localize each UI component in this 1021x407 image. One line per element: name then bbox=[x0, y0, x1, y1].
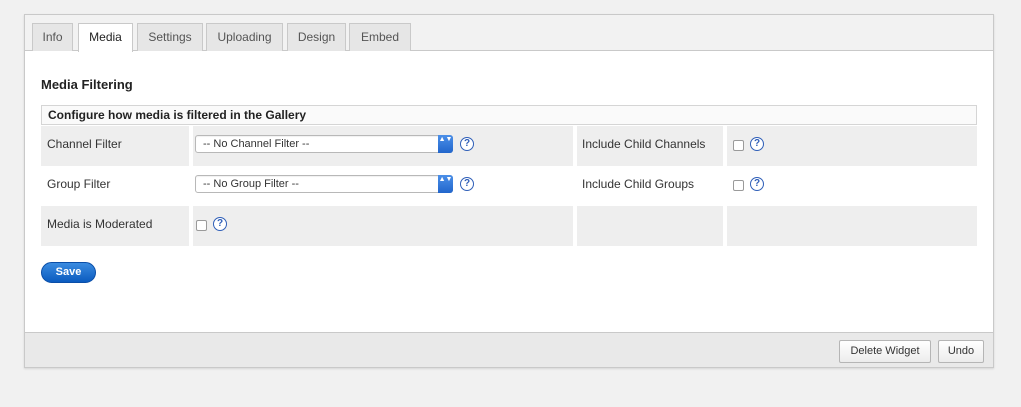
channel-filter-label: Channel Filter bbox=[47, 137, 122, 151]
tab-settings[interactable]: Settings bbox=[137, 23, 203, 51]
help-icon[interactable]: ? bbox=[750, 177, 764, 191]
media-moderated-checkbox[interactable] bbox=[196, 220, 207, 231]
help-icon[interactable]: ? bbox=[213, 217, 227, 231]
help-icon[interactable]: ? bbox=[750, 137, 764, 151]
channel-filter-row: Channel Filter -- No Channel Filter -- ▲… bbox=[41, 126, 977, 166]
group-filter-label: Group Filter bbox=[47, 177, 111, 191]
section-title: Media Filtering bbox=[41, 77, 133, 92]
select-arrows-icon: ▲▼ bbox=[438, 135, 453, 153]
tab-media[interactable]: Media bbox=[78, 23, 133, 52]
group-filter-row: Group Filter -- No Group Filter -- ▲▼ ? … bbox=[41, 166, 977, 206]
widget-footer: Delete Widget Undo bbox=[25, 332, 993, 367]
tab-embed[interactable]: Embed bbox=[349, 23, 411, 51]
include-child-channels-label: Include Child Channels bbox=[582, 137, 706, 151]
delete-widget-button[interactable]: Delete Widget bbox=[839, 340, 931, 363]
channel-filter-value: -- No Channel Filter -- bbox=[203, 138, 310, 150]
group-filter-select[interactable]: -- No Group Filter -- ▲▼ bbox=[195, 175, 453, 193]
group-filter-value: -- No Group Filter -- bbox=[203, 178, 299, 190]
save-button[interactable]: Save bbox=[41, 262, 96, 283]
widget-panel: Info Media Settings Uploading Design Emb… bbox=[24, 14, 994, 368]
tab-bar: Info Media Settings Uploading Design Emb… bbox=[25, 15, 993, 52]
help-icon[interactable]: ? bbox=[460, 177, 474, 191]
channel-filter-select[interactable]: -- No Channel Filter -- ▲▼ bbox=[195, 135, 453, 153]
help-icon[interactable]: ? bbox=[460, 137, 474, 151]
undo-button[interactable]: Undo bbox=[938, 340, 984, 363]
tab-info[interactable]: Info bbox=[32, 23, 73, 51]
tab-uploading[interactable]: Uploading bbox=[206, 23, 283, 51]
media-moderated-row: Media is Moderated ? bbox=[41, 206, 977, 246]
include-child-groups-label: Include Child Groups bbox=[582, 177, 695, 191]
tab-design[interactable]: Design bbox=[287, 23, 346, 51]
media-moderated-label: Media is Moderated bbox=[47, 217, 153, 231]
config-header: Configure how media is filtered in the G… bbox=[41, 105, 977, 125]
include-child-groups-checkbox[interactable] bbox=[733, 180, 744, 191]
include-child-channels-checkbox[interactable] bbox=[733, 140, 744, 151]
select-arrows-icon: ▲▼ bbox=[438, 175, 453, 193]
